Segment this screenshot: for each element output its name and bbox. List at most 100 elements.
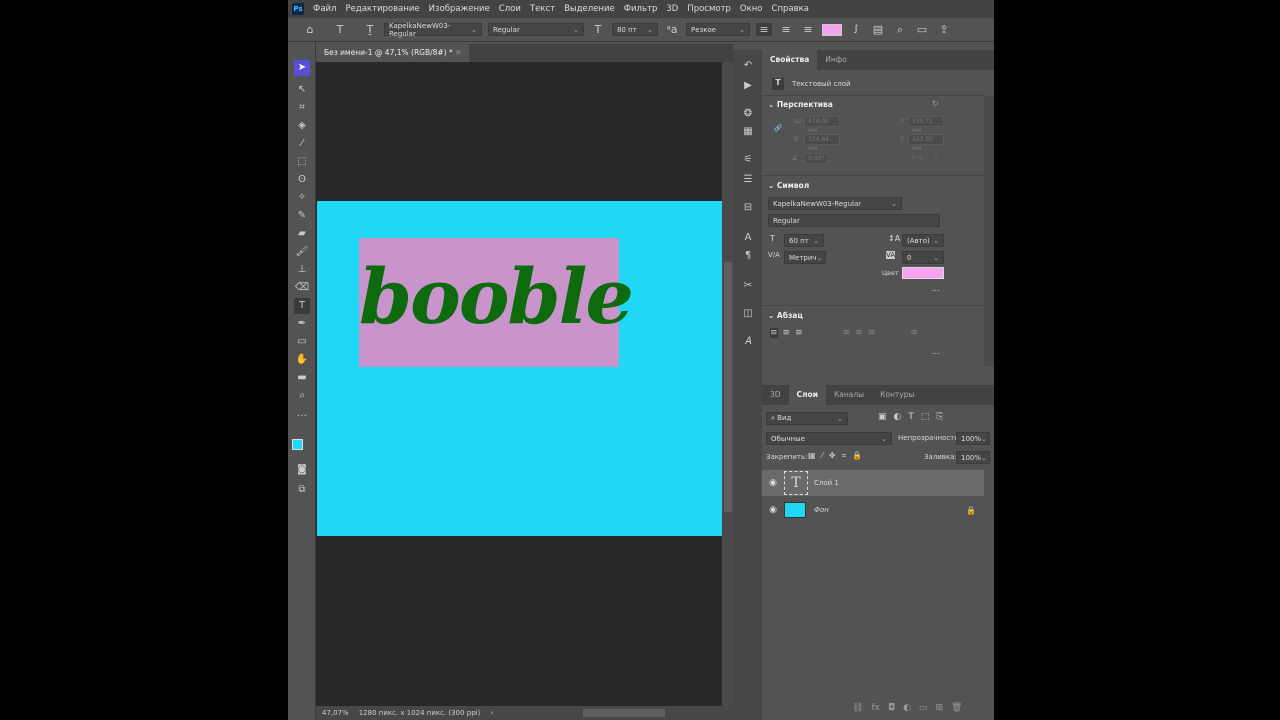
paragraph-icon[interactable]: ¶ <box>740 250 756 266</box>
eyedropper-tool-icon[interactable]: ⁄ <box>294 136 310 152</box>
link-layers-icon[interactable]: ⛓ <box>852 703 863 713</box>
tab-3d[interactable]: 3D <box>762 385 789 405</box>
text-orientation-icon[interactable]: Ṯ <box>362 23 378 36</box>
paragraph-more-button[interactable]: ... <box>932 347 940 356</box>
antialias-select[interactable]: Резкое ⌄ <box>686 23 750 36</box>
character-font-select[interactable]: KapelkaNewW03-Regular ⌄ <box>768 197 902 210</box>
lock-transparent-icon[interactable]: ▦ <box>808 451 816 461</box>
menu-3d[interactable]: 3D <box>666 4 678 14</box>
tab-properties[interactable]: Свойства <box>762 50 818 70</box>
text-color-swatch[interactable] <box>822 23 842 36</box>
flip-vertical-icon[interactable]: ⩡ <box>934 153 938 162</box>
font-style-select[interactable]: Regular ⌄ <box>488 23 584 36</box>
zoom-tool-icon[interactable]: ⌕ <box>294 388 310 404</box>
font-family-select[interactable]: KapelkaNewW03-Regular ⌄ <box>384 22 482 38</box>
text-tool-icon[interactable]: T <box>332 23 348 36</box>
direct-select-tool-icon[interactable]: ↖ <box>294 82 310 98</box>
foreground-color-swatch[interactable] <box>292 439 303 450</box>
menu-type[interactable]: Текст <box>530 4 555 14</box>
share-icon[interactable]: ⇪ <box>936 23 952 36</box>
menu-layers[interactable]: Слои <box>499 4 521 14</box>
menu-filter[interactable]: Фильтр <box>624 4 658 14</box>
character-section[interactable]: ⌄ Символ <box>768 181 809 190</box>
link-icon[interactable]: 🔗 <box>774 124 782 132</box>
ruler-tool-icon[interactable]: ▬ <box>294 370 310 386</box>
character-size-select[interactable]: 60 пт ⌄ <box>784 234 824 247</box>
properties-scrollbar[interactable] <box>984 96 994 366</box>
screen-mode-icon[interactable]: ⧉ <box>294 482 310 498</box>
canvas-area[interactable]: booble <box>316 62 722 706</box>
lock-artboard-icon[interactable]: ⌗ <box>842 451 847 461</box>
new-layer-icon[interactable]: ⊞ <box>935 703 943 713</box>
para-align-right-icon[interactable]: ≡ <box>795 328 803 338</box>
brush-tool-icon[interactable]: 🖌 <box>294 244 310 260</box>
perspective-section[interactable]: ⌄ Перспектива <box>768 100 833 109</box>
canvas-text[interactable]: booble <box>359 242 634 352</box>
tools-preset-icon[interactable]: ✂ <box>740 280 756 296</box>
eraser-tool-icon[interactable]: ⌫ <box>294 280 310 296</box>
filter-adjustment-icon[interactable]: ◐ <box>894 412 902 422</box>
stamp-tool-icon[interactable]: ⊥ <box>294 262 310 278</box>
flip-horizontal-icon[interactable]: ▷◁ <box>912 153 922 161</box>
glyphs-icon[interactable]: 𝐴 <box>740 336 756 352</box>
justify-left-icon[interactable]: ≡ <box>843 328 851 338</box>
document-tab[interactable]: Без имени-1 @ 47,1% (RGB/8#) * ✕ <box>316 44 470 62</box>
close-tab-icon[interactable]: ✕ <box>455 48 461 57</box>
clone-source-icon[interactable]: ◫ <box>740 308 756 324</box>
character-style-select[interactable]: Regular <box>768 214 940 227</box>
tab-info[interactable]: Инфо <box>817 50 855 70</box>
tracking-select[interactable]: 0 ⌄ <box>902 251 944 264</box>
layer-row[interactable]: ◉ T Слой 1 <box>762 470 984 496</box>
marquee-tool-icon[interactable]: ⬚ <box>294 154 310 170</box>
quick-mask-icon[interactable]: ◙ <box>294 462 310 478</box>
menu-file[interactable]: Файл <box>313 4 336 14</box>
tab-layers[interactable]: Слои <box>788 385 826 405</box>
lock-all-icon[interactable]: 🔒 <box>852 451 862 461</box>
brushes-icon[interactable]: ⚟ <box>740 154 756 170</box>
fx-icon[interactable]: fx <box>871 703 880 713</box>
type-tool-icon[interactable]: T <box>294 298 310 314</box>
patch-tool-icon[interactable]: ▰ <box>294 226 310 242</box>
menu-view[interactable]: Просмотр <box>687 4 731 14</box>
pen-tool-icon[interactable]: ✒ <box>294 316 310 332</box>
delete-layer-icon[interactable]: 🗑 <box>951 703 962 713</box>
fill-tool-icon[interactable]: ◈ <box>294 118 310 134</box>
visibility-eye-icon[interactable]: ◉ <box>762 505 784 515</box>
justify-right-icon[interactable]: ≡ <box>868 328 876 338</box>
x-field[interactable]: 150,71 мм <box>908 116 944 134</box>
new-adjustment-icon[interactable]: ◐ <box>903 703 911 713</box>
width-field[interactable]: 474,02 мм <box>804 116 840 134</box>
actions-icon[interactable]: ▶ <box>740 80 756 96</box>
history-icon[interactable]: ↶ <box>740 60 756 76</box>
layer-row[interactable]: ◉ Фон 🔒 <box>762 497 984 523</box>
filter-pixel-icon[interactable]: ▣ <box>878 412 887 422</box>
tab-channels[interactable]: Каналы <box>826 385 872 405</box>
horizontal-scrollbar[interactable] <box>583 709 666 717</box>
properties-icon[interactable]: ⊟ <box>740 202 756 218</box>
menu-help[interactable]: Справка <box>772 4 809 14</box>
font-size-select[interactable]: 80 пт ⌄ <box>612 23 658 36</box>
visibility-eye-icon[interactable]: ◉ <box>762 478 784 488</box>
character-more-button[interactable]: ... <box>932 284 940 293</box>
menu-select[interactable]: Выделение <box>564 4 615 14</box>
align-left-icon[interactable]: ≡ <box>756 23 772 36</box>
adjustments-icon[interactable]: ☰ <box>740 174 756 190</box>
warp-text-icon[interactable]: ꭍ <box>848 22 864 37</box>
leading-select[interactable]: (Авто) ⌄ <box>902 234 944 247</box>
menu-image[interactable]: Изображение <box>429 4 490 14</box>
spot-healing-tool-icon[interactable]: ✎ <box>294 208 310 224</box>
character-color-swatch[interactable] <box>902 267 944 279</box>
para-align-center-icon[interactable]: ≡ <box>783 328 791 338</box>
new-group-icon[interactable]: ▭ <box>919 703 928 713</box>
align-center-icon[interactable]: ≡ <box>778 23 794 36</box>
crop-tool-icon[interactable]: ⌗ <box>294 100 310 116</box>
3d-icon[interactable]: ❂ <box>740 108 756 124</box>
tab-paths[interactable]: Контуры <box>872 385 922 405</box>
status-menu-icon[interactable]: › <box>490 709 493 717</box>
swatches-icon[interactable]: ▦ <box>740 126 756 142</box>
paragraph-section[interactable]: ⌄ Абзац <box>768 311 803 320</box>
layer-name[interactable]: Слой 1 <box>814 479 839 487</box>
panels-toggle-icon[interactable]: ▤ <box>870 23 886 36</box>
character-icon[interactable]: A <box>740 232 756 248</box>
rectangle-tool-icon[interactable]: ▭ <box>294 334 310 350</box>
